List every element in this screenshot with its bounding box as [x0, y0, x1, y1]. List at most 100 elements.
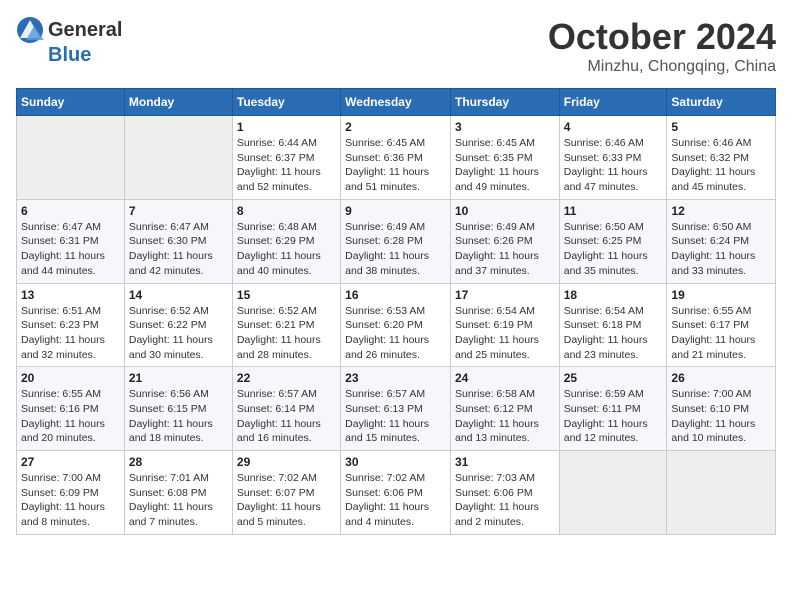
- day-detail: Sunrise: 6:47 AMSunset: 6:31 PMDaylight:…: [21, 220, 120, 279]
- day-number: 21: [129, 371, 228, 385]
- day-number: 6: [21, 204, 120, 218]
- day-number: 11: [564, 204, 663, 218]
- day-detail: Sunrise: 6:46 AMSunset: 6:33 PMDaylight:…: [564, 136, 663, 195]
- day-detail: Sunrise: 7:02 AMSunset: 6:07 PMDaylight:…: [237, 471, 336, 530]
- calendar-cell: 26 Sunrise: 7:00 AMSunset: 6:10 PMDayligh…: [667, 367, 776, 451]
- calendar-cell: 6 Sunrise: 6:47 AMSunset: 6:31 PMDaylight…: [17, 199, 125, 283]
- day-number: 13: [21, 288, 120, 302]
- calendar-cell: 12 Sunrise: 6:50 AMSunset: 6:24 PMDayligh…: [667, 199, 776, 283]
- calendar-cell: 2 Sunrise: 6:45 AMSunset: 6:36 PMDaylight…: [341, 116, 451, 200]
- calendar-cell: 19Sunrise: 6:55 AMSunset: 6:17 PMDayligh…: [667, 283, 776, 367]
- calendar-cell: 16 Sunrise: 6:53 AMSunset: 6:20 PMDayligh…: [341, 283, 451, 367]
- day-number: 29: [237, 455, 336, 469]
- day-detail: Sunrise: 6:50 AMSunset: 6:25 PMDaylight:…: [564, 220, 663, 279]
- calendar-cell: 1 Sunrise: 6:44 AMSunset: 6:37 PMDaylight…: [232, 116, 340, 200]
- calendar-cell: 22 Sunrise: 6:57 AMSunset: 6:14 PMDayligh…: [232, 367, 340, 451]
- header-tuesday: Tuesday: [232, 89, 340, 116]
- calendar-cell: 20Sunrise: 6:55 AMSunset: 6:16 PMDayligh…: [17, 367, 125, 451]
- day-number: 16: [345, 288, 446, 302]
- header-saturday: Saturday: [667, 89, 776, 116]
- weekday-header-row: Sunday Monday Tuesday Wednesday Thursday…: [17, 89, 776, 116]
- day-number: 12: [671, 204, 771, 218]
- day-number: 14: [129, 288, 228, 302]
- day-number: 8: [237, 204, 336, 218]
- calendar-cell: [559, 451, 667, 535]
- day-detail: Sunrise: 6:48 AMSunset: 6:29 PMDaylight:…: [237, 220, 336, 279]
- calendar-cell: 11 Sunrise: 6:50 AMSunset: 6:25 PMDayligh…: [559, 199, 667, 283]
- calendar-cell: [17, 116, 125, 200]
- calendar-cell: 18Sunrise: 6:54 AMSunset: 6:18 PMDayligh…: [559, 283, 667, 367]
- day-detail: Sunrise: 6:49 AMSunset: 6:28 PMDaylight:…: [345, 220, 446, 279]
- calendar-cell: 27Sunrise: 7:00 AMSunset: 6:09 PMDayligh…: [17, 451, 125, 535]
- day-detail: Sunrise: 6:52 AMSunset: 6:21 PMDaylight:…: [237, 304, 336, 363]
- page-header: General Blue October 2024 Minzhu, Chongq…: [16, 16, 776, 76]
- header-monday: Monday: [124, 89, 232, 116]
- day-number: 5: [671, 120, 771, 134]
- calendar-cell: 28 Sunrise: 7:01 AMSunset: 6:08 PMDayligh…: [124, 451, 232, 535]
- day-number: 10: [455, 204, 555, 218]
- calendar-cell: 25 Sunrise: 6:59 AMSunset: 6:11 PMDayligh…: [559, 367, 667, 451]
- logo-icon: [16, 16, 44, 44]
- header-thursday: Thursday: [450, 89, 559, 116]
- calendar-cell: [124, 116, 232, 200]
- day-number: 28: [129, 455, 228, 469]
- day-detail: Sunrise: 6:55 AMSunset: 6:16 PMDaylight:…: [21, 387, 120, 446]
- calendar-cell: 7 Sunrise: 6:47 AMSunset: 6:30 PMDaylight…: [124, 199, 232, 283]
- calendar-cell: 30 Sunrise: 7:02 AMSunset: 6:06 PMDayligh…: [341, 451, 451, 535]
- day-detail: Sunrise: 6:54 AMSunset: 6:19 PMDaylight:…: [455, 304, 555, 363]
- day-detail: Sunrise: 6:56 AMSunset: 6:15 PMDaylight:…: [129, 387, 228, 446]
- calendar-cell: 4 Sunrise: 6:46 AMSunset: 6:33 PMDaylight…: [559, 116, 667, 200]
- logo-general: General: [48, 19, 122, 42]
- calendar-cell: 21 Sunrise: 6:56 AMSunset: 6:15 PMDayligh…: [124, 367, 232, 451]
- month-title: October 2024: [548, 16, 776, 58]
- day-detail: Sunrise: 7:03 AMSunset: 6:06 PMDaylight:…: [455, 471, 555, 530]
- day-detail: Sunrise: 6:45 AMSunset: 6:36 PMDaylight:…: [345, 136, 446, 195]
- day-detail: Sunrise: 6:44 AMSunset: 6:37 PMDaylight:…: [237, 136, 336, 195]
- day-number: 31: [455, 455, 555, 469]
- day-number: 26: [671, 371, 771, 385]
- location-subtitle: Minzhu, Chongqing, China: [548, 58, 776, 76]
- day-number: 17: [455, 288, 555, 302]
- day-detail: Sunrise: 6:57 AMSunset: 6:13 PMDaylight:…: [345, 387, 446, 446]
- title-section: October 2024 Minzhu, Chongqing, China: [548, 16, 776, 76]
- day-detail: Sunrise: 6:47 AMSunset: 6:30 PMDaylight:…: [129, 220, 228, 279]
- day-number: 30: [345, 455, 446, 469]
- calendar-cell: 10 Sunrise: 6:49 AMSunset: 6:26 PMDayligh…: [450, 199, 559, 283]
- day-detail: Sunrise: 6:53 AMSunset: 6:20 PMDaylight:…: [345, 304, 446, 363]
- day-number: 9: [345, 204, 446, 218]
- calendar-week-row: 20Sunrise: 6:55 AMSunset: 6:16 PMDayligh…: [17, 367, 776, 451]
- day-detail: Sunrise: 7:01 AMSunset: 6:08 PMDaylight:…: [129, 471, 228, 530]
- day-detail: Sunrise: 6:57 AMSunset: 6:14 PMDaylight:…: [237, 387, 336, 446]
- header-sunday: Sunday: [17, 89, 125, 116]
- day-detail: Sunrise: 7:00 AMSunset: 6:10 PMDaylight:…: [671, 387, 771, 446]
- day-number: 18: [564, 288, 663, 302]
- day-detail: Sunrise: 6:49 AMSunset: 6:26 PMDaylight:…: [455, 220, 555, 279]
- day-detail: Sunrise: 6:45 AMSunset: 6:35 PMDaylight:…: [455, 136, 555, 195]
- day-number: 25: [564, 371, 663, 385]
- day-detail: Sunrise: 6:46 AMSunset: 6:32 PMDaylight:…: [671, 136, 771, 195]
- header-wednesday: Wednesday: [341, 89, 451, 116]
- calendar-week-row: 1 Sunrise: 6:44 AMSunset: 6:37 PMDaylight…: [17, 116, 776, 200]
- logo-blue: Blue: [48, 44, 91, 67]
- day-number: 2: [345, 120, 446, 134]
- day-number: 19: [671, 288, 771, 302]
- day-number: 24: [455, 371, 555, 385]
- day-number: 4: [564, 120, 663, 134]
- day-detail: Sunrise: 6:59 AMSunset: 6:11 PMDaylight:…: [564, 387, 663, 446]
- day-detail: Sunrise: 6:50 AMSunset: 6:24 PMDaylight:…: [671, 220, 771, 279]
- day-detail: Sunrise: 7:02 AMSunset: 6:06 PMDaylight:…: [345, 471, 446, 530]
- calendar-week-row: 6 Sunrise: 6:47 AMSunset: 6:31 PMDaylight…: [17, 199, 776, 283]
- day-number: 22: [237, 371, 336, 385]
- calendar-table: Sunday Monday Tuesday Wednesday Thursday…: [16, 88, 776, 535]
- logo: General Blue: [16, 16, 122, 67]
- calendar-cell: 13 Sunrise: 6:51 AMSunset: 6:23 PMDayligh…: [17, 283, 125, 367]
- day-number: 23: [345, 371, 446, 385]
- day-detail: Sunrise: 7:00 AMSunset: 6:09 PMDaylight:…: [21, 471, 120, 530]
- day-number: 7: [129, 204, 228, 218]
- calendar-cell: 23 Sunrise: 6:57 AMSunset: 6:13 PMDayligh…: [341, 367, 451, 451]
- day-detail: Sunrise: 6:51 AMSunset: 6:23 PMDaylight:…: [21, 304, 120, 363]
- calendar-cell: 17 Sunrise: 6:54 AMSunset: 6:19 PMDayligh…: [450, 283, 559, 367]
- day-number: 1: [237, 120, 336, 134]
- calendar-cell: 29 Sunrise: 7:02 AMSunset: 6:07 PMDayligh…: [232, 451, 340, 535]
- day-detail: Sunrise: 6:58 AMSunset: 6:12 PMDaylight:…: [455, 387, 555, 446]
